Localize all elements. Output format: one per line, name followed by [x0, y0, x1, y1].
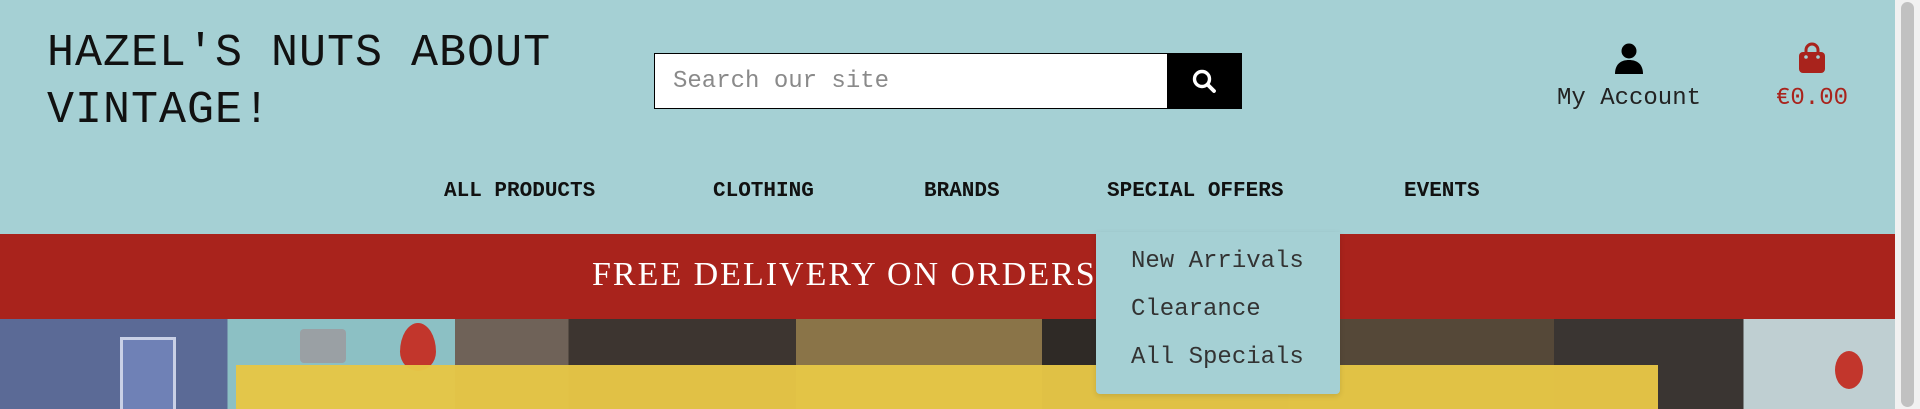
cart-link[interactable]: €0.00 [1762, 42, 1862, 112]
logo-line-2: VINTAGE! [47, 85, 272, 136]
special-offers-dropdown: New Arrivals Clearance All Specials [1096, 232, 1340, 394]
promo-banner: FREE DELIVERY ON ORDERS [0, 234, 1895, 319]
hero-door-shape [120, 337, 176, 409]
nav-item-clothing[interactable]: CLOTHING [713, 180, 814, 203]
search-form [654, 53, 1242, 109]
site-header: HAZEL'S NUTS ABOUT VINTAGE! My Account €… [0, 0, 1895, 234]
main-nav: ALL PRODUCTS CLOTHING BRANDS SPECIAL OFF… [0, 170, 1895, 214]
promo-banner-text: FREE DELIVERY ON ORDERS [592, 256, 1097, 293]
hero-heart-shape [400, 323, 436, 371]
hero-text-panel [236, 365, 1658, 409]
my-account-label: My Account [1556, 85, 1702, 112]
my-account-link[interactable]: My Account [1548, 42, 1710, 112]
nav-item-events[interactable]: EVENTS [1404, 180, 1480, 203]
nav-item-brands[interactable]: BRANDS [924, 180, 1000, 203]
page-scrollbar[interactable] [1895, 0, 1920, 409]
site-logo[interactable]: HAZEL'S NUTS ABOUT VINTAGE! [47, 25, 607, 139]
hero-heart-shape [1835, 351, 1863, 389]
cart-total: €0.00 [1775, 85, 1848, 112]
shopping-bag-icon [1799, 42, 1825, 73]
nav-item-all-products[interactable]: ALL PRODUCTS [444, 180, 595, 203]
hero-robot-shape [300, 329, 346, 363]
hero-image [0, 319, 1895, 409]
dropdown-item-all-specials[interactable]: All Specials [1131, 344, 1304, 371]
dropdown-item-clearance[interactable]: Clearance [1131, 296, 1261, 323]
search-input[interactable] [655, 54, 1167, 108]
search-icon [1192, 69, 1216, 93]
logo-line-1: HAZEL'S NUTS ABOUT [47, 28, 552, 79]
scrollbar-thumb[interactable] [1901, 2, 1914, 407]
nav-item-special-offers[interactable]: SPECIAL OFFERS [1107, 180, 1283, 203]
user-icon [1615, 43, 1643, 74]
search-button[interactable] [1167, 54, 1241, 108]
dropdown-item-new-arrivals[interactable]: New Arrivals [1131, 248, 1304, 275]
